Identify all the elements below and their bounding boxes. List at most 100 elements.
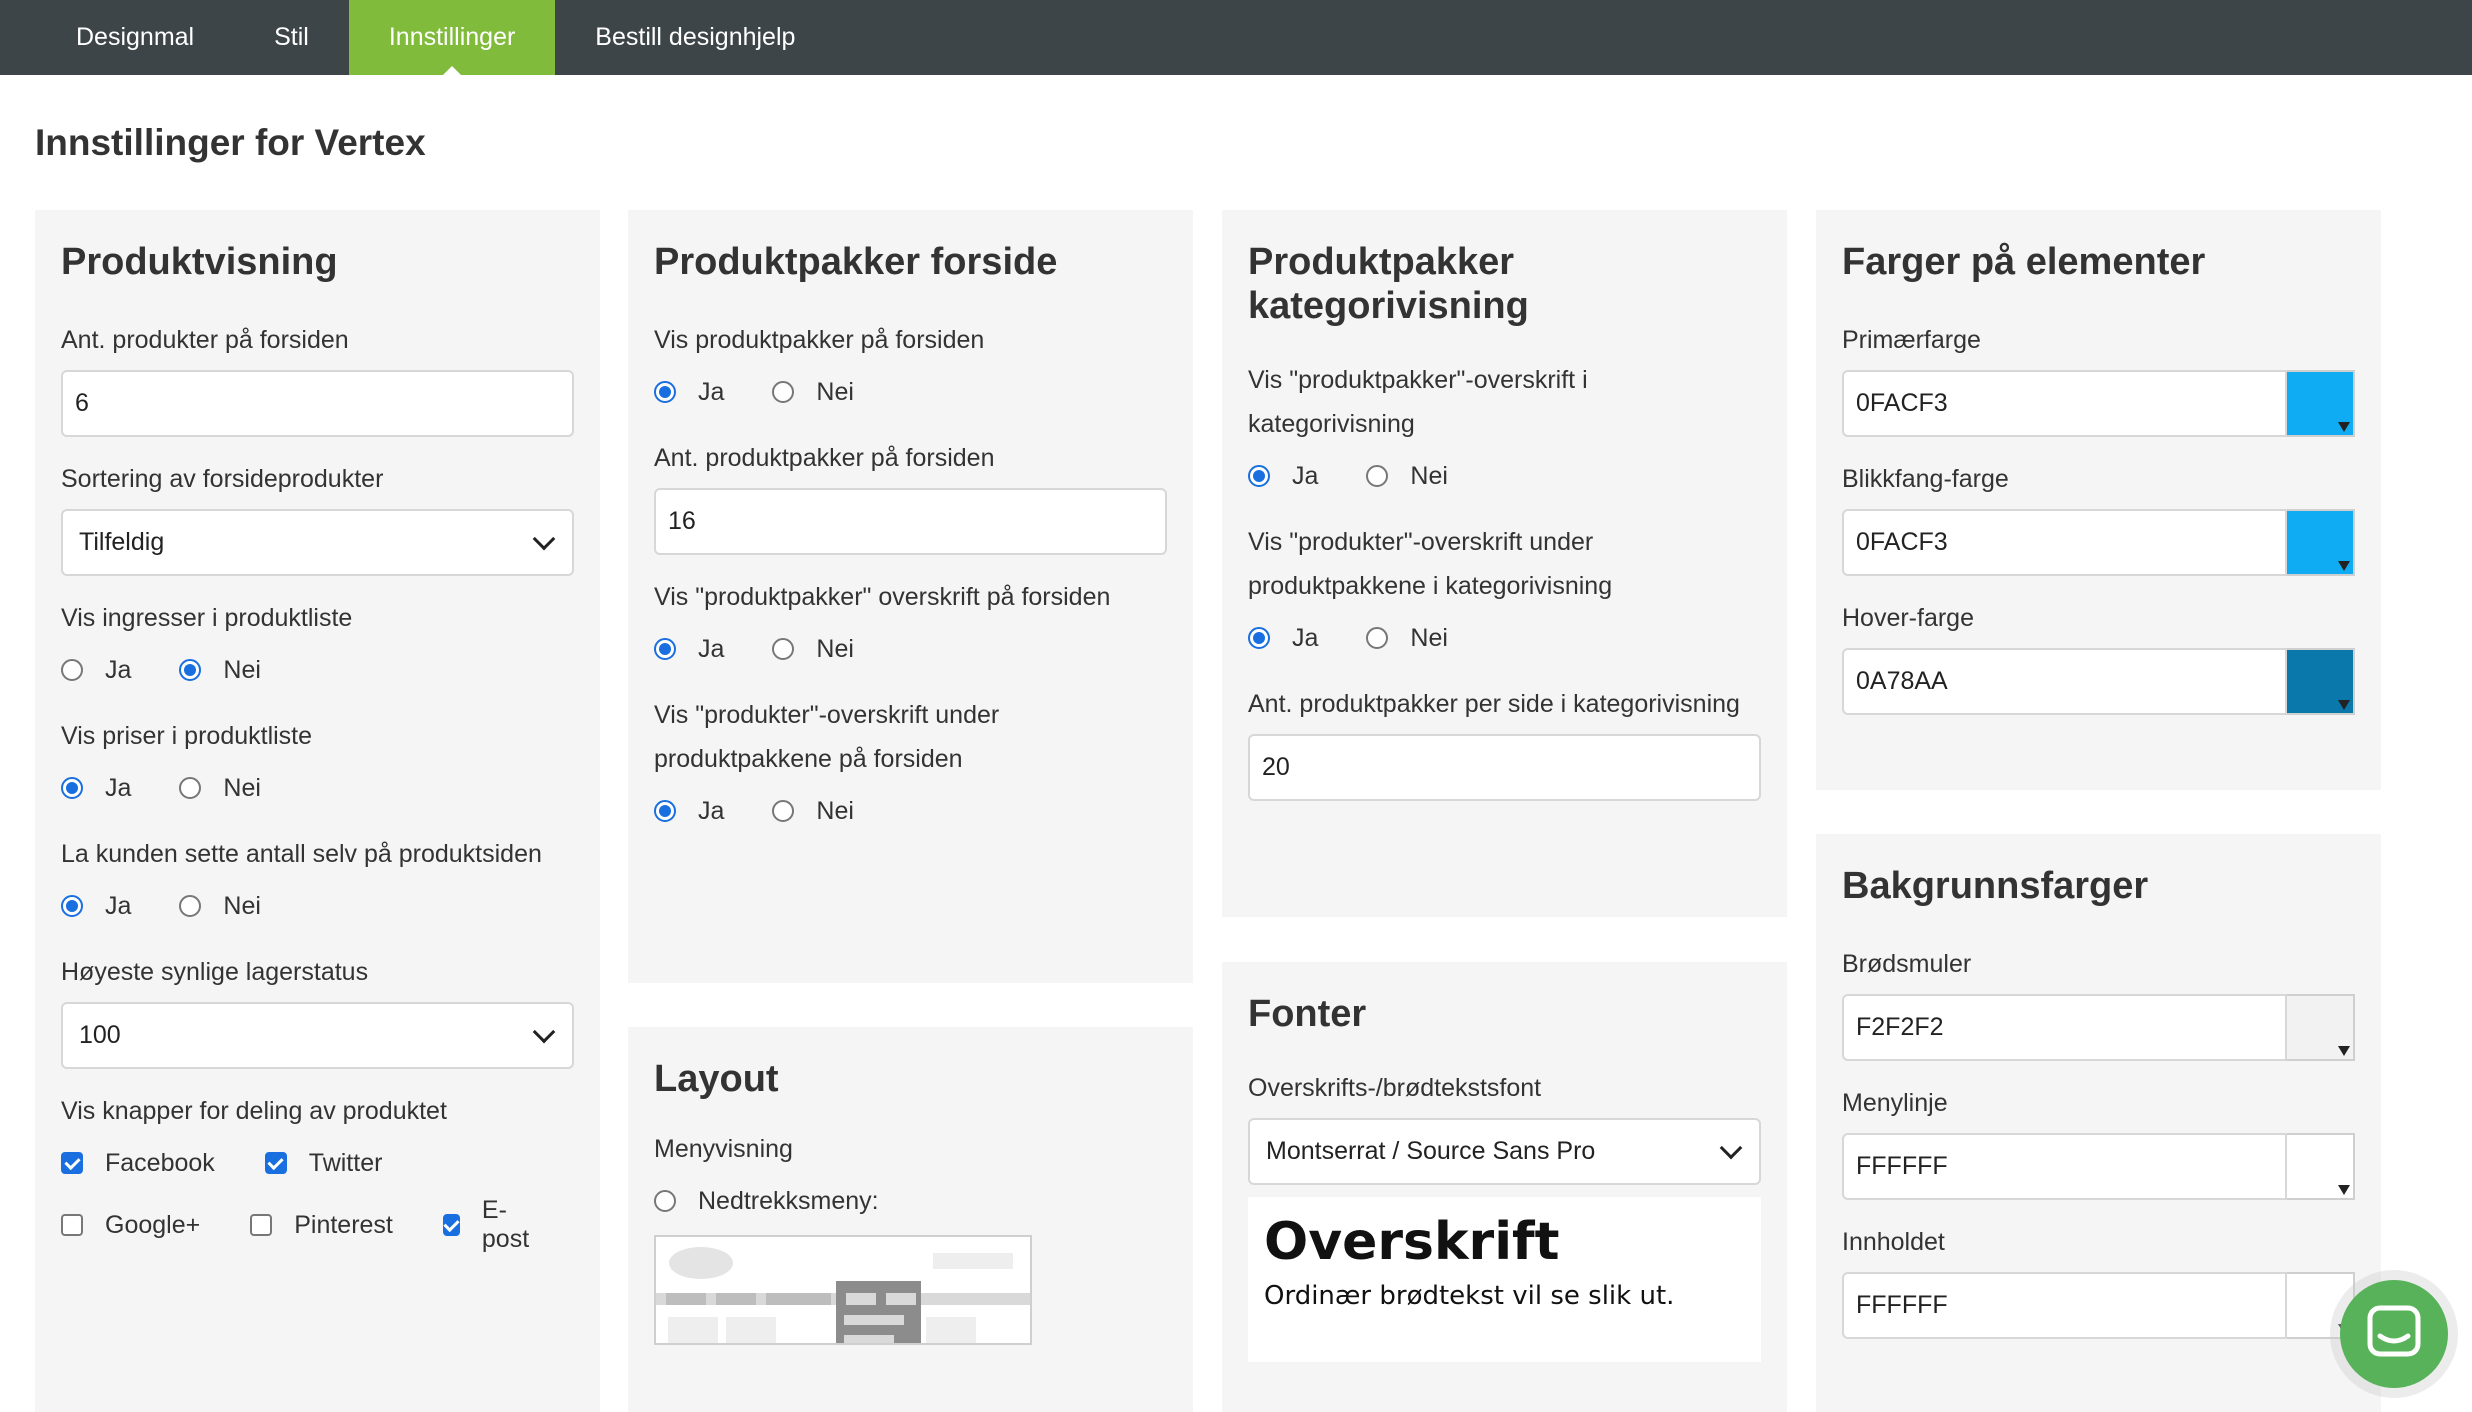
checkbox[interactable] <box>61 1152 83 1174</box>
font-select[interactable]: Montserrat / Source Sans Pro <box>1248 1118 1761 1185</box>
field-label: Primærfarge <box>1842 326 1981 354</box>
kategori-overskrift-radio-group: Ja Nei <box>1248 454 1761 498</box>
checkbox[interactable] <box>61 1214 83 1236</box>
color-hex-input[interactable]: 0FACF3 <box>1842 509 2287 576</box>
radio-button[interactable] <box>179 777 202 799</box>
brodsmuler-field: F2F2F2 <box>1842 994 2355 1061</box>
dropdown-arrow-icon <box>2338 422 2350 432</box>
ant-pakker-input[interactable]: 16 <box>654 488 1167 555</box>
sortering-select[interactable]: Tilfeldig <box>61 509 574 576</box>
ant-produkter-input[interactable]: 6 <box>61 370 574 437</box>
color-hex-input[interactable]: FFFFFF <box>1842 1133 2287 1200</box>
font-preview-heading: Overskrift <box>1264 1212 1560 1272</box>
radio-label: Ja <box>698 634 725 663</box>
radio-button[interactable] <box>179 659 202 681</box>
radio-option-nei[interactable]: Nei <box>1366 462 1448 491</box>
radio-label: Ja <box>105 655 132 684</box>
select-value: 100 <box>79 1021 121 1049</box>
tab-designmal[interactable]: Designmal <box>36 0 234 75</box>
radio-button[interactable] <box>654 800 676 822</box>
checkbox-facebook[interactable]: Facebook <box>61 1149 215 1178</box>
color-hex-input[interactable]: FFFFFF <box>1842 1272 2287 1339</box>
radio-button[interactable] <box>772 638 795 660</box>
chevron-down-icon <box>532 1020 556 1043</box>
checkbox-label: Pinterest <box>294 1210 393 1239</box>
radio-button[interactable] <box>772 381 795 403</box>
radio-button[interactable] <box>179 895 202 917</box>
checkbox-pinterest[interactable]: Pinterest <box>250 1211 393 1240</box>
ingress-radio-group: Ja Nei <box>61 648 574 692</box>
radio-button[interactable] <box>654 381 676 403</box>
checkbox[interactable] <box>264 1152 287 1174</box>
radio-option-ja[interactable]: Ja <box>654 635 724 664</box>
checkbox-epost[interactable]: E-post <box>442 1196 534 1254</box>
select-value: Tilfeldig <box>79 528 165 556</box>
checkbox-label: Twitter <box>308 1148 383 1177</box>
field-label: Innholdet <box>1842 1228 1945 1256</box>
radio-button[interactable] <box>654 1190 676 1212</box>
card-heading: Produktpakker kategorivisning <box>1248 241 1529 327</box>
card-farger: Farger på elementer Primærfarge 0FACF3 B… <box>1816 210 2381 790</box>
radio-option-ja[interactable]: Ja <box>1248 624 1318 653</box>
radio-button[interactable] <box>1248 465 1270 487</box>
card-heading: Produktpakker forside <box>654 241 1058 283</box>
ant-pakker-kategori-input[interactable]: 20 <box>1248 734 1761 801</box>
color-hex-input[interactable]: 0FACF3 <box>1842 370 2287 437</box>
field-label: Ant. produkter på forsiden <box>61 326 349 354</box>
card-produktpakker-forside: Produktpakker forside Vis produktpakker … <box>628 210 1193 983</box>
deling-checkbox-row-1: Facebook Twitter <box>61 1141 574 1185</box>
radio-label: Nei <box>1410 623 1448 652</box>
color-swatch[interactable] <box>2287 370 2355 437</box>
checkbox[interactable] <box>250 1214 273 1236</box>
dropdown-arrow-icon <box>2338 561 2350 571</box>
innholdet-field: FFFFFF <box>1842 1272 2355 1339</box>
radio-option-ja[interactable]: Ja <box>61 774 131 803</box>
page-title: Innstillinger for Vertex <box>35 122 426 163</box>
chat-button[interactable] <box>2340 1280 2448 1388</box>
lagerstatus-select[interactable]: 100 <box>61 1002 574 1069</box>
color-hex-input[interactable]: F2F2F2 <box>1842 994 2287 1061</box>
color-hex-input[interactable]: 0A78AA <box>1842 648 2287 715</box>
tab-innstillinger[interactable]: Innstillinger <box>348 0 556 75</box>
radio-button[interactable] <box>61 659 83 681</box>
field-label: Vis priser i produktliste <box>61 722 313 750</box>
radio-option-nei[interactable]: Nei <box>772 635 854 664</box>
color-swatch[interactable] <box>2287 648 2355 715</box>
priser-radio-group: Ja Nei <box>61 766 574 810</box>
radio-button[interactable] <box>61 777 83 799</box>
radio-option-ja[interactable]: Ja <box>1248 462 1318 491</box>
radio-option-nei[interactable]: Nei <box>179 656 261 685</box>
color-swatch[interactable] <box>2287 994 2355 1061</box>
dropdown-arrow-icon <box>2338 700 2350 710</box>
checkbox-google[interactable]: Google+ <box>61 1211 200 1240</box>
radio-option-nei[interactable]: Nei <box>1366 624 1448 653</box>
radio-option-nei[interactable]: Nei <box>772 797 854 826</box>
radio-label: Nei <box>1410 461 1448 490</box>
meny-radio-group: Nedtrekksmeny: <box>654 1179 1167 1223</box>
radio-button[interactable] <box>61 895 83 917</box>
radio-label: Nei <box>223 655 261 684</box>
checkbox-twitter[interactable]: Twitter <box>264 1148 383 1178</box>
radio-button[interactable] <box>654 638 676 660</box>
color-swatch[interactable] <box>2287 509 2355 576</box>
radio-option-nei[interactable]: Nei <box>179 892 261 921</box>
radio-button[interactable] <box>772 800 795 822</box>
tab-bestill-designhjelp[interactable]: Bestill designhjelp <box>555 0 835 75</box>
radio-option-nei[interactable]: Nei <box>772 378 854 407</box>
radio-option-nedtrekksmeny[interactable]: Nedtrekksmeny: <box>654 1187 879 1216</box>
radio-option-ja[interactable]: Ja <box>61 656 131 685</box>
dropdown-arrow-icon <box>2338 1046 2350 1056</box>
tab-stil[interactable]: Stil <box>234 0 349 75</box>
antall-radio-group: Ja Nei <box>61 884 574 928</box>
field-label: Vis "produkter"-overskrift under produkt… <box>654 701 1000 773</box>
radio-button[interactable] <box>1366 465 1389 487</box>
radio-button[interactable] <box>1248 627 1270 649</box>
checkbox[interactable] <box>442 1214 460 1236</box>
radio-option-ja[interactable]: Ja <box>61 892 131 921</box>
radio-option-nei[interactable]: Nei <box>179 774 261 803</box>
color-swatch[interactable] <box>2287 1133 2355 1200</box>
radio-button[interactable] <box>1366 627 1389 649</box>
radio-label: Nedtrekksmeny: <box>698 1186 879 1215</box>
radio-option-ja[interactable]: Ja <box>654 797 724 826</box>
radio-option-ja[interactable]: Ja <box>654 378 724 407</box>
